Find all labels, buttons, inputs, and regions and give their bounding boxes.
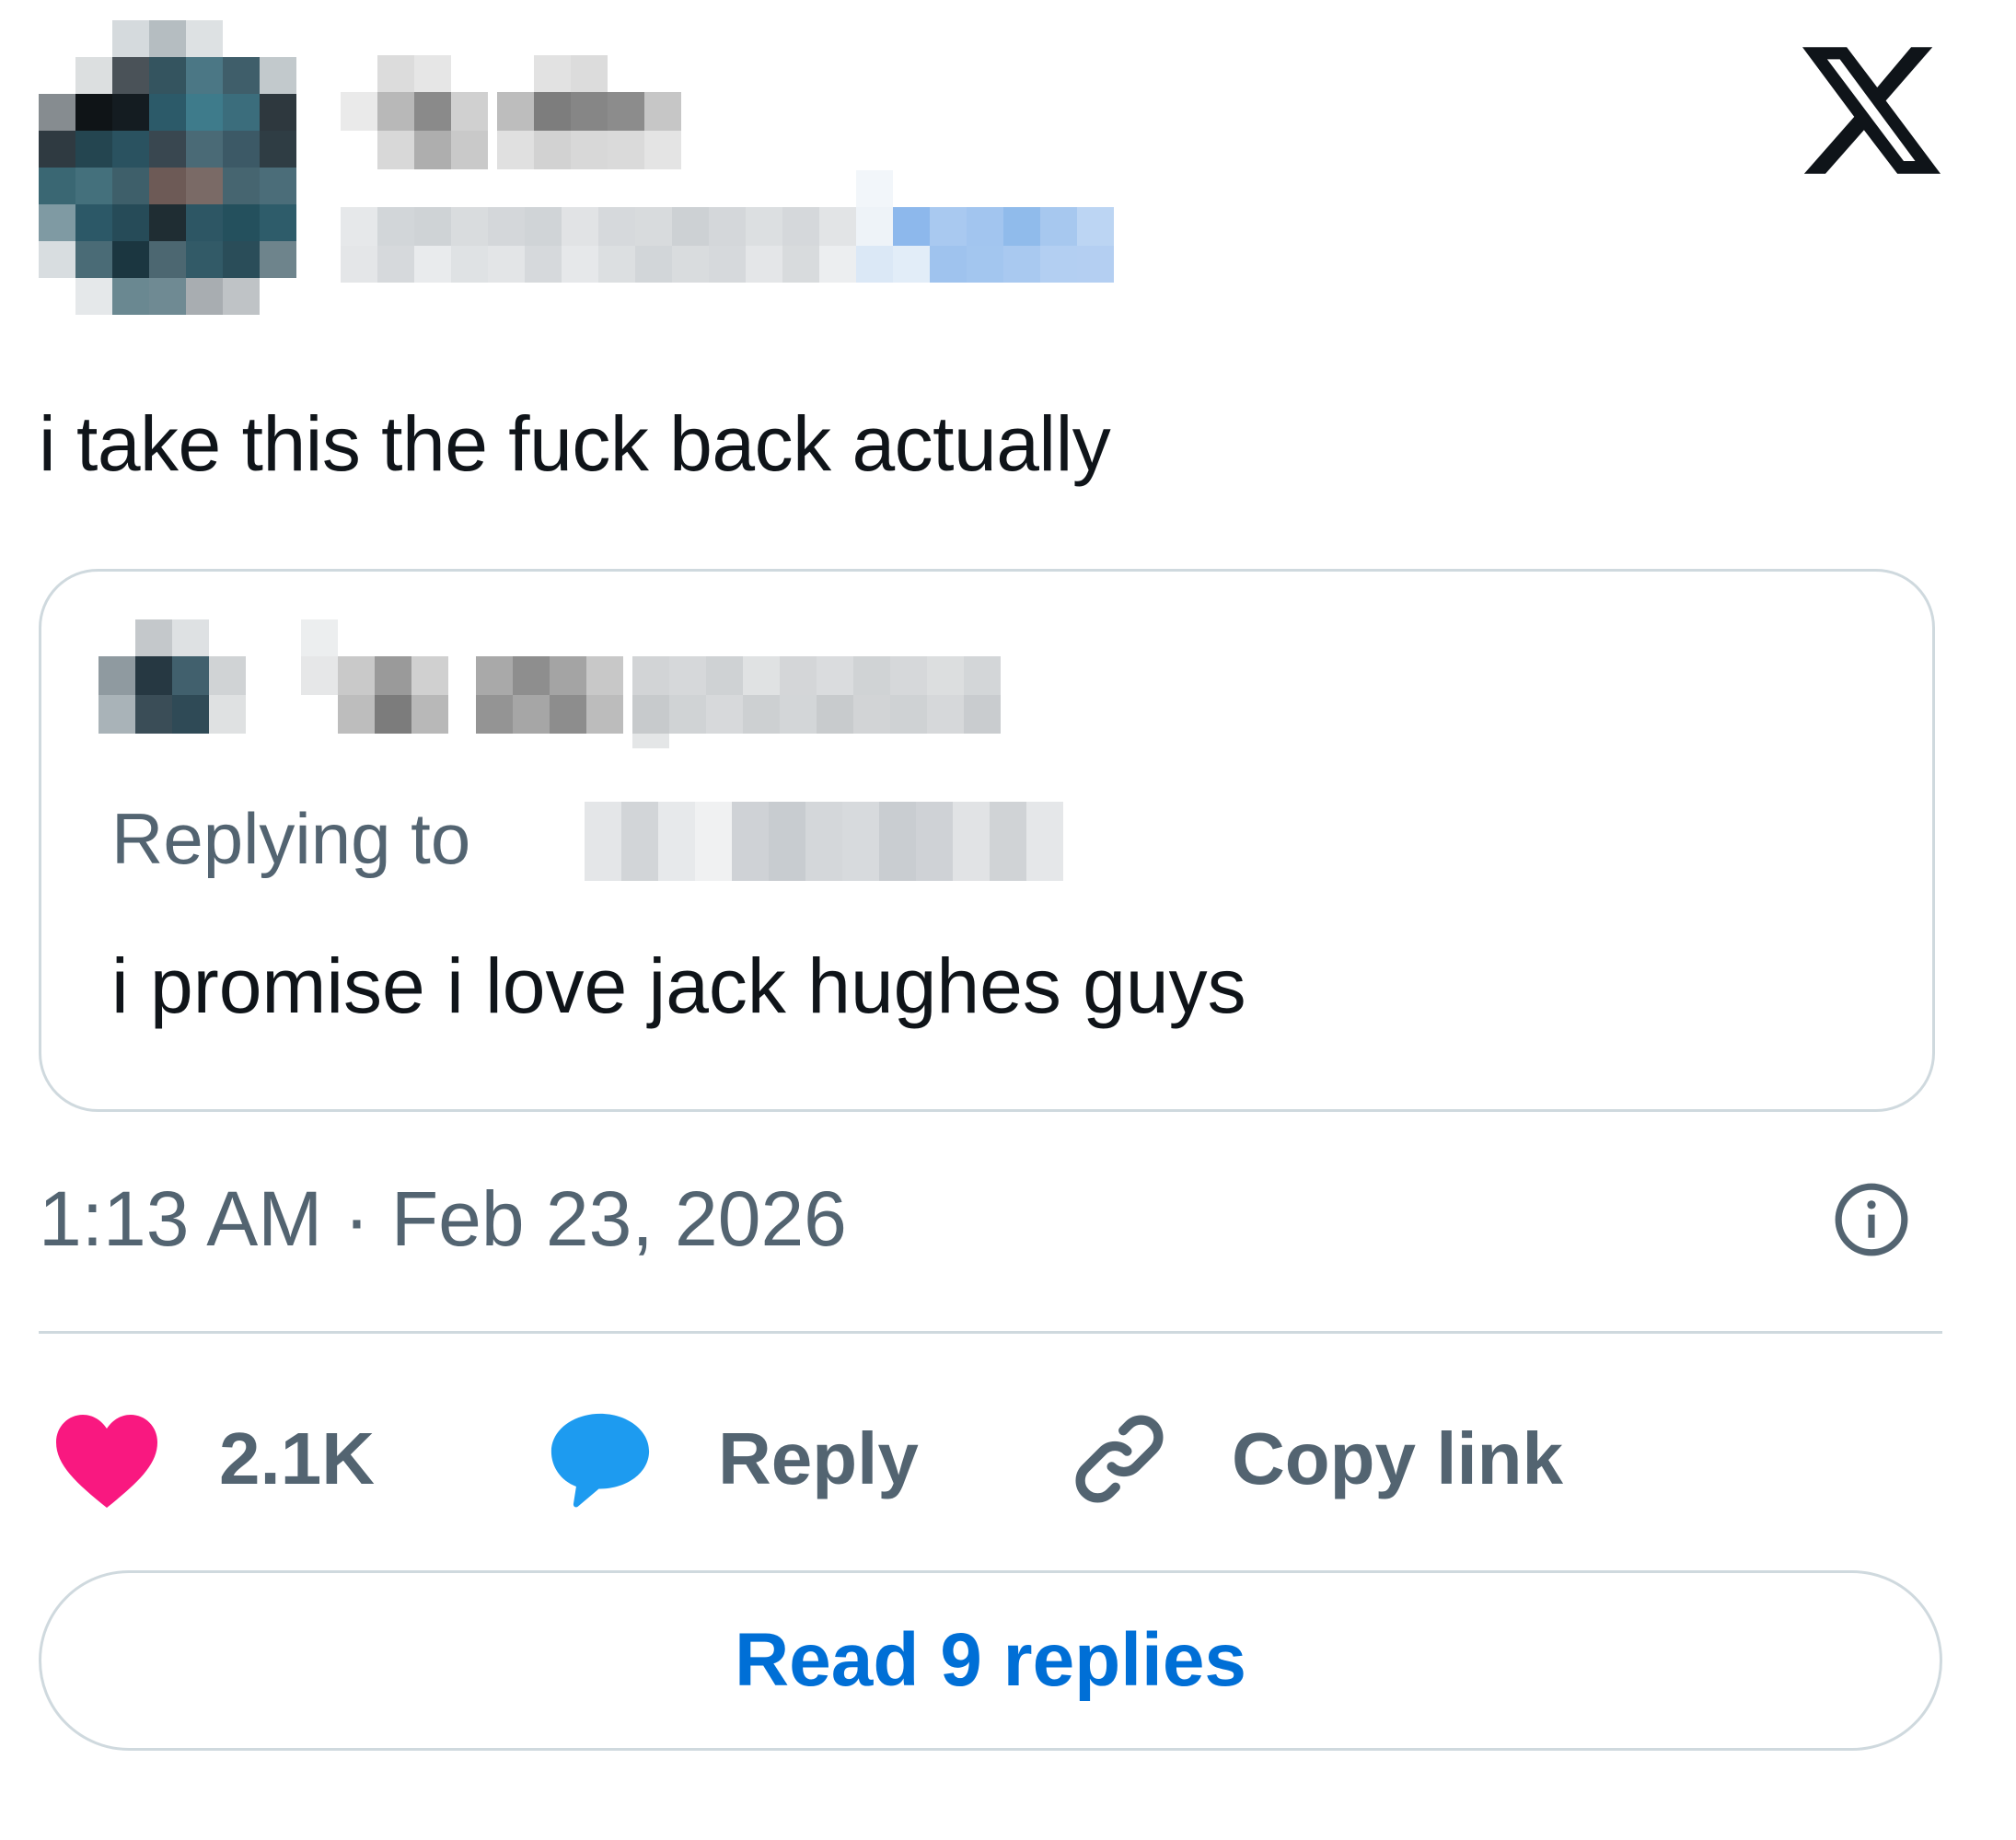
replying-to-label: Replying to: [111, 798, 471, 879]
author-avatar[interactable]: [39, 20, 306, 320]
quoted-author-redacted[interactable]: [98, 619, 1350, 756]
reply-button[interactable]: Reply: [545, 1399, 919, 1519]
info-icon[interactable]: [1832, 1180, 1911, 1259]
replying-to-handle-redacted[interactable]: [585, 802, 1229, 881]
speech-bubble-icon: [550, 1413, 650, 1508]
x-logo-icon[interactable]: [1802, 46, 1941, 175]
tweet-text: i take this the fuck back actually: [39, 400, 1111, 487]
like-button[interactable]: 2.1K: [52, 1399, 375, 1519]
quoted-tweet[interactable]: Replying to i promise i love jack hughes…: [39, 569, 1935, 1112]
copy-link-label: Copy link: [1232, 1418, 1564, 1499]
divider: [39, 1331, 1942, 1334]
like-count: 2.1K: [219, 1418, 375, 1499]
read-replies-button[interactable]: Read 9 replies: [39, 1570, 1942, 1751]
author-name-redacted[interactable]: [341, 55, 759, 169]
tweet-timestamp[interactable]: 1:13 AM · Feb 23, 2026: [39, 1169, 847, 1268]
quoted-tweet-text: i promise i love jack hughes guys: [111, 943, 1246, 1029]
link-icon: [1075, 1415, 1164, 1503]
reply-label: Reply: [718, 1418, 919, 1499]
heart-icon: [56, 1415, 157, 1508]
author-handle-redacted[interactable]: [341, 170, 1326, 283]
tweet-embed-card: i take this the fuck back actually Reply…: [0, 0, 2016, 1840]
copy-link-button[interactable]: Copy link: [1068, 1399, 1563, 1519]
